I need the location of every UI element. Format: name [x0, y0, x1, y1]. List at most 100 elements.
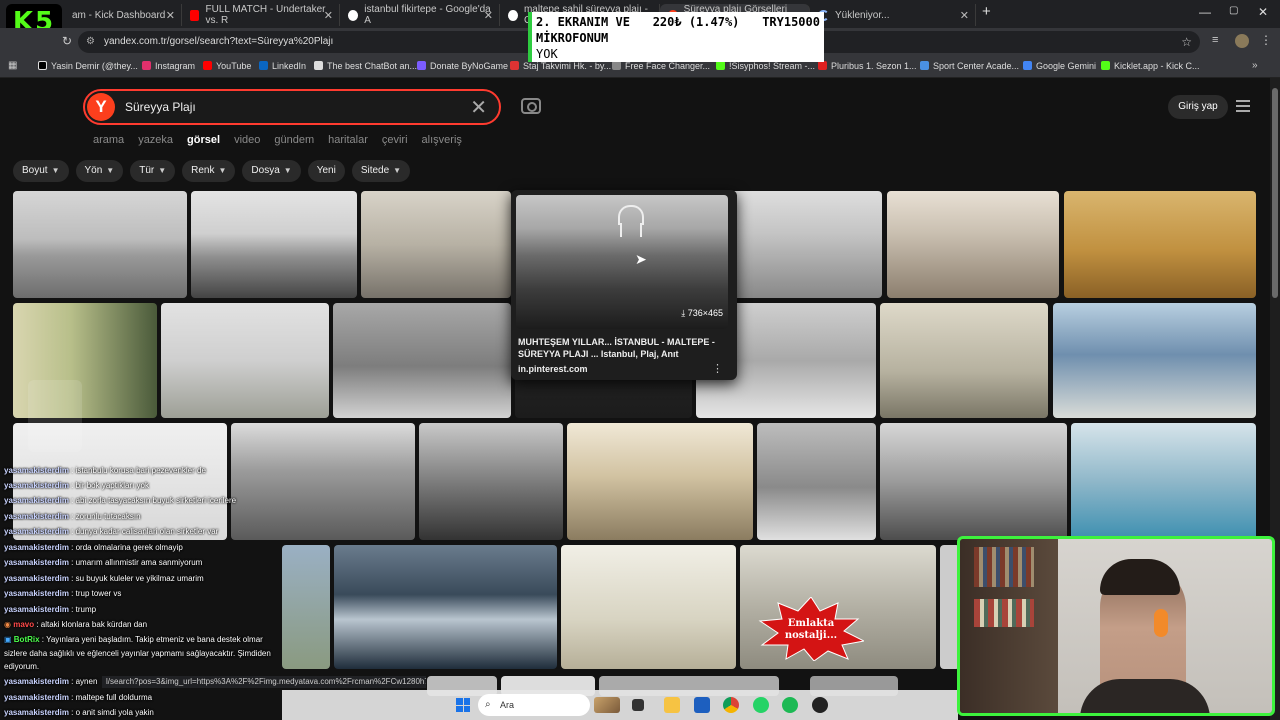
image-result[interactable]: [1071, 423, 1256, 540]
login-button[interactable]: Giriş yap: [1168, 95, 1228, 119]
chrome-icon[interactable]: [723, 697, 739, 713]
filter-renk[interactable]: Renk ▼: [182, 160, 236, 182]
hamburger-menu-icon[interactable]: [1236, 100, 1250, 112]
site-info-icon[interactable]: ⚙: [86, 31, 95, 53]
tab-loading[interactable]: Yükleniyor... ✕: [810, 4, 976, 26]
drink-glass-overlay: [28, 380, 82, 452]
yandex-logo[interactable]: Y: [87, 93, 115, 121]
bookmark-item[interactable]: Yasin Demir (@they...: [38, 61, 138, 71]
camera-search-icon[interactable]: [521, 98, 541, 114]
task-view-icon[interactable]: [632, 699, 644, 711]
pavilion-column: [620, 223, 622, 237]
chat-message: yasamakisterdim : istanbulu korusa bari …: [4, 466, 206, 475]
new-tab-button[interactable]: +: [982, 3, 991, 20]
windows-start-icon[interactable]: [456, 698, 470, 712]
bookmark-item[interactable]: Sport Center Acade...: [920, 61, 1019, 71]
filter-yon[interactable]: Yön ▼: [75, 160, 124, 182]
tab-video[interactable]: video: [234, 134, 260, 150]
chat-message: yasamakisterdim : dunya kadar calisanlar…: [4, 527, 219, 536]
bookmark-item[interactable]: Staj Takvimi Hk. - by...: [510, 61, 611, 71]
bookmark-item[interactable]: Kicklet.app - Kick C...: [1101, 61, 1200, 71]
image-result[interactable]: [419, 423, 563, 540]
tab-alisveris[interactable]: alışveriş: [422, 134, 462, 150]
tab-arama[interactable]: arama: [93, 134, 124, 150]
taskbar-search[interactable]: ⌕ Ara: [478, 694, 590, 716]
bookmark-item[interactable]: The best ChatBot an...: [314, 61, 417, 71]
search-input[interactable]: Y Süreyya Plajı ✕: [83, 89, 501, 125]
image-result[interactable]: [334, 545, 557, 669]
image-result[interactable]: [282, 545, 330, 669]
filter-boyut[interactable]: Boyut ▼: [13, 160, 69, 182]
books: [974, 599, 1034, 627]
image-result[interactable]: [887, 191, 1059, 298]
profile-avatar[interactable]: [1235, 34, 1249, 48]
bookmark-item[interactable]: LinkedIn: [259, 61, 306, 71]
tab-ceviri[interactable]: çeviri: [382, 134, 408, 150]
filter-tur[interactable]: Tür ▼: [130, 160, 176, 182]
image-result[interactable]: [561, 545, 736, 669]
tab-gundem[interactable]: gündem: [274, 134, 314, 150]
preview-title[interactable]: MUHTEŞEM YILLAR... İSTANBUL - MALTEPE - …: [518, 336, 723, 360]
filter-dosya[interactable]: Dosya ▼: [242, 160, 301, 182]
image-result[interactable]: [361, 191, 511, 298]
widget-icon[interactable]: [594, 697, 620, 713]
pavilion-shape: [618, 205, 644, 225]
image-result[interactable]: [880, 423, 1067, 540]
chat-message: yasamakisterdim : aynen: [4, 677, 98, 686]
bookmark-item[interactable]: Donate ByNoGame: [417, 61, 508, 71]
close-icon[interactable]: ✕: [166, 9, 175, 22]
link-status-url: l/search?pos=3&img_url=https%3A%2F%2Fimg…: [102, 676, 426, 688]
image-preview-card[interactable]: ➤ ⤓ 736×465 MUHTEŞEM YILLAR... İSTANBUL …: [511, 190, 737, 380]
image-result[interactable]: [567, 423, 753, 540]
filter-yeni[interactable]: Yeni: [307, 160, 345, 182]
google-icon: [348, 9, 359, 21]
filter-sitede[interactable]: Sitede ▼: [351, 160, 411, 182]
file-explorer-icon[interactable]: [664, 697, 680, 713]
more-options-icon[interactable]: ⋮: [712, 362, 723, 375]
image-result[interactable]: [191, 191, 357, 298]
cast-icon[interactable]: ≡: [1212, 34, 1218, 46]
headphone: [1154, 609, 1168, 637]
image-result[interactable]: [13, 191, 187, 298]
tab-istanbul-fikirtepe[interactable]: istanbul fikirtepe - Google'da A ✕: [340, 4, 500, 26]
minimize-button[interactable]: —: [1199, 5, 1211, 19]
chevron-down-icon: ▼: [51, 166, 60, 175]
browser-menu-icon[interactable]: ⋮: [1260, 33, 1272, 47]
image-result[interactable]: [161, 303, 329, 418]
bookmark-item[interactable]: YouTube: [203, 61, 251, 71]
close-window-button[interactable]: ✕: [1258, 5, 1268, 19]
image-result[interactable]: [1053, 303, 1256, 418]
bookmark-star-icon[interactable]: ☆: [1181, 31, 1192, 53]
bookmark-item[interactable]: Free Face Changer...: [612, 61, 710, 71]
bookmark-item[interactable]: Instagram: [142, 61, 195, 71]
image-result[interactable]: [757, 423, 876, 540]
tab-kick-dashboard[interactable]: am - Kick Dashboard ✕: [64, 4, 182, 26]
close-icon[interactable]: ✕: [484, 9, 493, 22]
whatsapp-icon[interactable]: [753, 697, 769, 713]
close-icon[interactable]: ✕: [960, 9, 969, 22]
tab-label: istanbul fikirtepe - Google'da A: [364, 4, 491, 26]
reload-icon[interactable]: ↻: [62, 34, 72, 48]
image-result[interactable]: Emlakta nostalji...: [740, 545, 936, 669]
image-result[interactable]: [880, 303, 1048, 418]
bookmark-item[interactable]: !Sisyphos! Stream -...: [716, 61, 815, 71]
spotify-icon[interactable]: [782, 697, 798, 713]
clear-search-button[interactable]: ✕: [470, 95, 487, 120]
maximize-button[interactable]: ▢: [1229, 5, 1238, 16]
obs-icon[interactable]: [812, 697, 828, 713]
image-result[interactable]: [333, 303, 511, 418]
image-result[interactable]: [729, 191, 882, 298]
apps-grid-icon[interactable]: ▦: [8, 60, 17, 71]
store-icon[interactable]: [694, 697, 710, 713]
tab-yazeka[interactable]: yazeka: [138, 134, 173, 150]
image-result[interactable]: [1064, 191, 1256, 298]
preview-source[interactable]: in.pinterest.com: [518, 364, 588, 374]
tab-haritalar[interactable]: haritalar: [328, 134, 368, 150]
scrollbar-thumb[interactable]: [1272, 88, 1278, 298]
bookmark-item[interactable]: Google Gemini: [1023, 61, 1096, 71]
bookmark-item[interactable]: Pluribus 1. Sezon 1...: [818, 61, 917, 71]
tab-full-match[interactable]: FULL MATCH - Undertaker vs. R ✕: [182, 4, 340, 26]
close-icon[interactable]: ✕: [324, 9, 333, 22]
tab-gorsel[interactable]: görsel: [187, 134, 220, 150]
more-bookmarks-icon[interactable]: »: [1252, 60, 1258, 71]
